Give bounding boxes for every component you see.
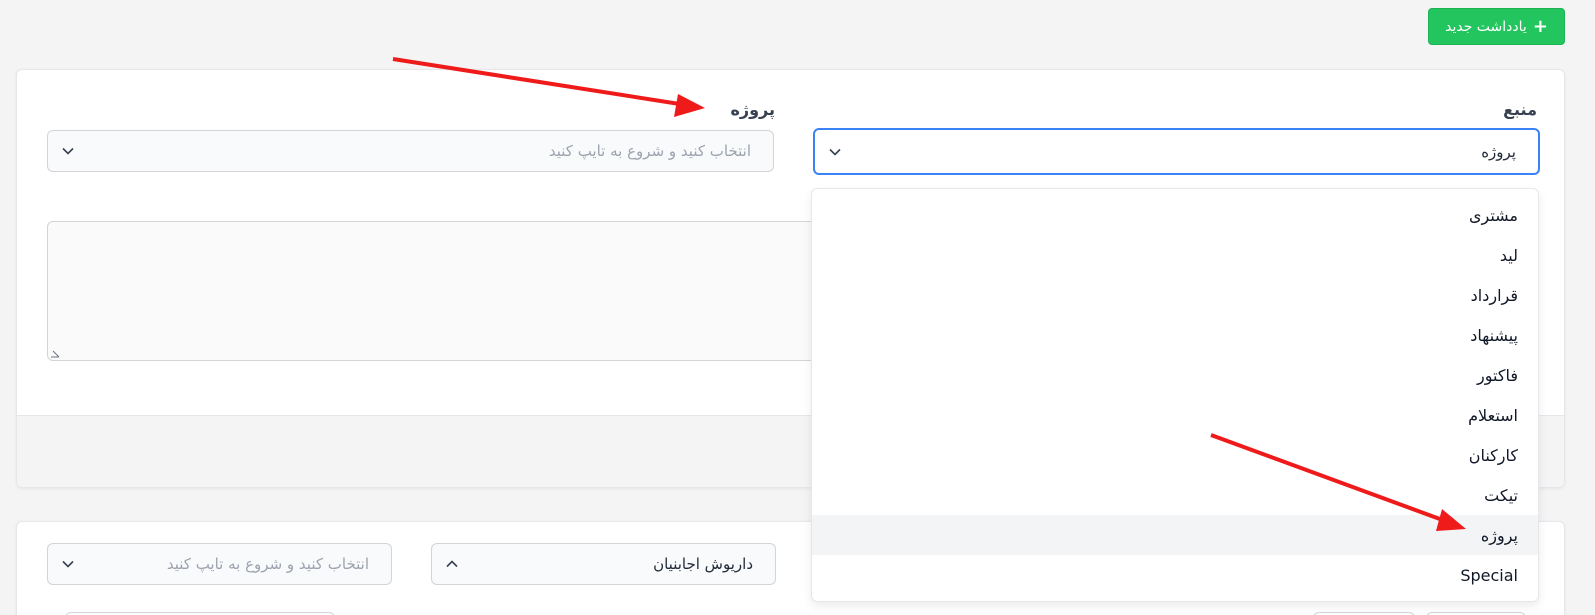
chevron-up-icon — [432, 557, 472, 571]
user-select[interactable]: داریوش اجابنیان — [431, 543, 776, 585]
new-note-label: یادداشت جدید — [1445, 18, 1527, 35]
project-select[interactable]: انتخاب کنید و شروع به تایپ کنید — [47, 130, 774, 172]
project-label: پروژه — [730, 100, 775, 119]
dropdown-option[interactable]: تیکت — [812, 475, 1538, 515]
dropdown-option[interactable]: کارکنان — [812, 435, 1538, 475]
page: + یادداشت جدید منبع پروژه پروژه انتخاب ک… — [0, 0, 1595, 615]
dropdown-option[interactable]: قرارداد — [812, 275, 1538, 315]
project-select-placeholder: انتخاب کنید و شروع به تایپ کنید — [548, 142, 751, 160]
filter-select-placeholder[interactable]: انتخاب کنید و شروع به تایپ کنید — [47, 543, 392, 585]
dropdown-option[interactable]: فاکتور — [812, 355, 1538, 395]
new-note-button[interactable]: + یادداشت جدید — [1428, 8, 1565, 45]
source-label: منبع — [1503, 100, 1537, 119]
chevron-down-icon — [48, 144, 88, 158]
filter-placeholder-text: انتخاب کنید و شروع به تایپ کنید — [166, 555, 369, 573]
source-select[interactable]: پروژه — [813, 128, 1540, 175]
chevron-down-icon — [815, 145, 855, 159]
dropdown-option[interactable]: لید — [812, 235, 1538, 275]
dropdown-option[interactable]: مشتری — [812, 195, 1538, 235]
dropdown-option-highlighted[interactable]: پروژه — [812, 515, 1538, 555]
dropdown-option[interactable]: Special — [812, 555, 1538, 595]
chevron-down-icon — [48, 557, 88, 571]
plus-icon: + — [1532, 15, 1548, 37]
dropdown-option[interactable]: پیشنهاد — [812, 315, 1538, 355]
source-select-value: پروژه — [1481, 142, 1516, 161]
resize-handle-icon[interactable] — [50, 348, 60, 358]
user-select-value: داریوش اجابنیان — [653, 555, 753, 573]
source-dropdown-list: مشتری لید قرارداد پیشنهاد فاکتور استعلام… — [811, 188, 1539, 602]
dropdown-option[interactable]: استعلام — [812, 395, 1538, 435]
